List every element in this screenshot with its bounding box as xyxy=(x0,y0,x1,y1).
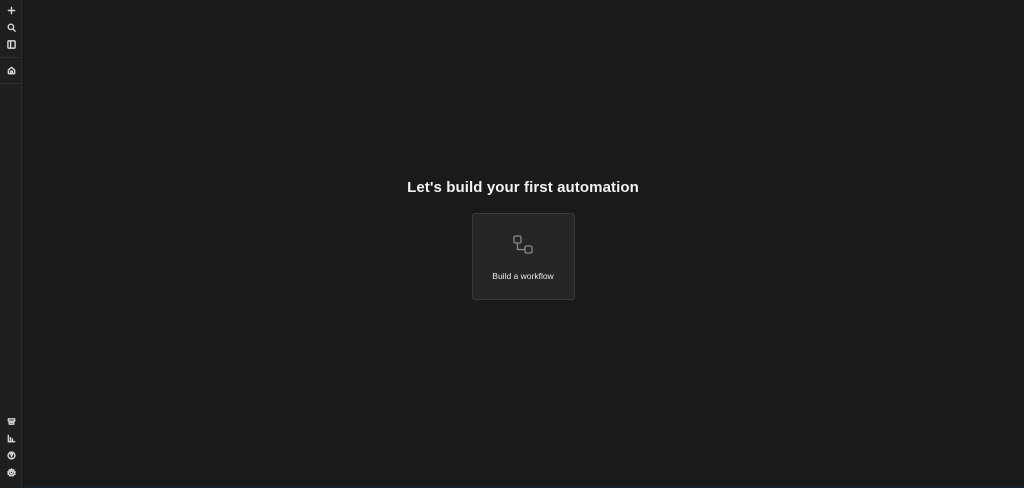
toggle-sidebar-button[interactable] xyxy=(0,36,22,53)
templates-button[interactable] xyxy=(0,413,22,430)
insights-button[interactable] xyxy=(0,430,22,447)
create-button[interactable] xyxy=(0,2,22,19)
help-icon xyxy=(6,447,16,465)
workflow-icon xyxy=(511,233,535,257)
settings-button[interactable] xyxy=(0,464,22,481)
plus-icon xyxy=(7,2,16,20)
build-workflow-label: Build a workflow xyxy=(492,271,554,281)
app-window: Let's build your first automation Build … xyxy=(0,0,1024,488)
main-area: Let's build your first automation Build … xyxy=(22,0,1024,488)
sidebar xyxy=(0,0,22,488)
help-button[interactable] xyxy=(0,447,22,464)
search-button[interactable] xyxy=(0,19,22,36)
home-icon xyxy=(7,62,16,80)
sidebar-divider xyxy=(0,83,21,84)
settings-icon xyxy=(6,464,16,482)
search-icon xyxy=(6,19,16,37)
sidebar-toggle-icon xyxy=(6,36,16,54)
page-title: Let's build your first automation xyxy=(407,179,639,196)
build-workflow-card[interactable]: Build a workflow xyxy=(471,213,575,300)
sidebar-top xyxy=(0,0,21,84)
sidebar-bottom xyxy=(0,413,21,488)
sidebar-divider xyxy=(0,57,21,58)
templates-icon xyxy=(7,413,16,431)
home-nav-button[interactable] xyxy=(0,62,22,79)
insights-icon xyxy=(7,430,16,448)
empty-state: Let's build your first automation Build … xyxy=(22,178,1024,300)
